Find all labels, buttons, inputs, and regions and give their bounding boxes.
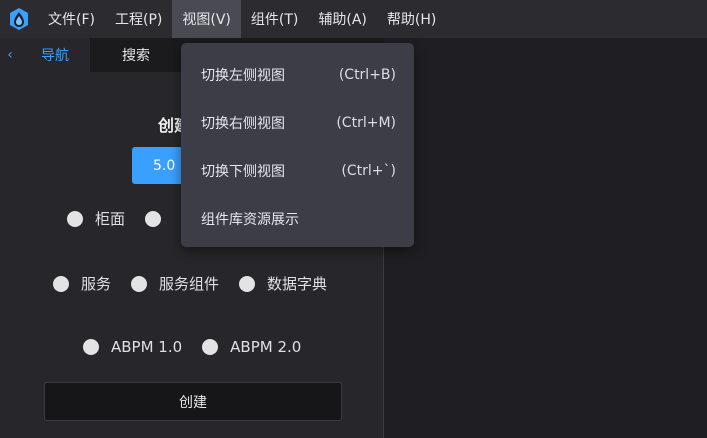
radio-dot[interactable]	[131, 275, 148, 292]
create-button[interactable]: 创建	[44, 382, 342, 421]
radio-counter[interactable]: 柜面	[67, 208, 125, 229]
radio-label: ABPM 1.0	[111, 338, 183, 356]
radio-dot[interactable]	[145, 210, 162, 227]
radio-label: 服务组件	[159, 275, 220, 293]
menu-item-label: 切换左侧视图	[201, 68, 285, 84]
radio-dot[interactable]	[239, 275, 256, 292]
menu-view[interactable]: 视图(V)	[172, 0, 241, 38]
menu-item-shortcut: (Ctrl+M)	[336, 115, 396, 131]
radio-dot[interactable]	[83, 339, 99, 355]
menu-item-shortcut: (Ctrl+B)	[338, 67, 396, 83]
view-menu-dropdown: 切换左侧视图 (Ctrl+B) 切换右侧视图 (Ctrl+M) 切换下侧视图 (…	[181, 43, 414, 247]
tab-navigation[interactable]: 导航	[20, 38, 90, 72]
menu-item-label: 组件库资源展示	[201, 212, 299, 228]
radio-row-3: ABPM 1.0 ABPM 2.0	[83, 338, 321, 356]
tab-search[interactable]: 搜索	[90, 38, 182, 72]
menu-item-toggle-right-view[interactable]: 切换右侧视图 (Ctrl+M)	[181, 99, 414, 147]
menu-assist[interactable]: 辅助(A)	[308, 0, 377, 38]
radio-abpm-1[interactable]: ABPM 1.0	[83, 338, 182, 356]
menu-project[interactable]: 工程(P)	[105, 0, 172, 38]
app-logo-icon	[0, 0, 38, 38]
menu-component[interactable]: 组件(T)	[241, 0, 308, 38]
menu-bar: 文件(F) 工程(P) 视图(V) 组件(T) 辅助(A) 帮助(H)	[0, 0, 707, 38]
radio-row-2: 服务 服务组件 数据字典	[53, 273, 347, 294]
radio-dot[interactable]	[202, 339, 219, 355]
editor-area	[385, 38, 707, 438]
menu-help[interactable]: 帮助(H)	[377, 0, 446, 38]
radio-service-component[interactable]: 服务组件	[131, 273, 219, 294]
radio-dot[interactable]	[53, 275, 69, 292]
radio-dot[interactable]	[67, 210, 83, 227]
radio-abpm-2[interactable]: ABPM 2.0	[202, 338, 301, 356]
menu-item-toggle-left-view[interactable]: 切换左侧视图 (Ctrl+B)	[181, 51, 414, 99]
collapse-chevron-icon[interactable]: ‹	[0, 38, 20, 72]
menu-item-component-library[interactable]: 组件库资源展示	[181, 195, 414, 243]
radio-row-1: 柜面	[67, 208, 193, 229]
radio-service[interactable]: 服务	[53, 273, 111, 294]
radio-label: ABPM 2.0	[230, 338, 302, 356]
radio-label: 柜面	[95, 210, 126, 228]
radio-label: 服务	[81, 275, 112, 293]
menu-item-toggle-bottom-view[interactable]: 切换下侧视图 (Ctrl+`)	[181, 147, 414, 195]
menu-item-label: 切换右侧视图	[201, 116, 285, 132]
menu-file[interactable]: 文件(F)	[38, 0, 105, 38]
radio-label: 数据字典	[267, 275, 328, 293]
radio-other[interactable]	[145, 210, 173, 227]
radio-data-dictionary[interactable]: 数据字典	[239, 273, 327, 294]
menu-item-label: 切换下侧视图	[201, 164, 285, 180]
menu-item-shortcut: (Ctrl+`)	[341, 163, 396, 179]
